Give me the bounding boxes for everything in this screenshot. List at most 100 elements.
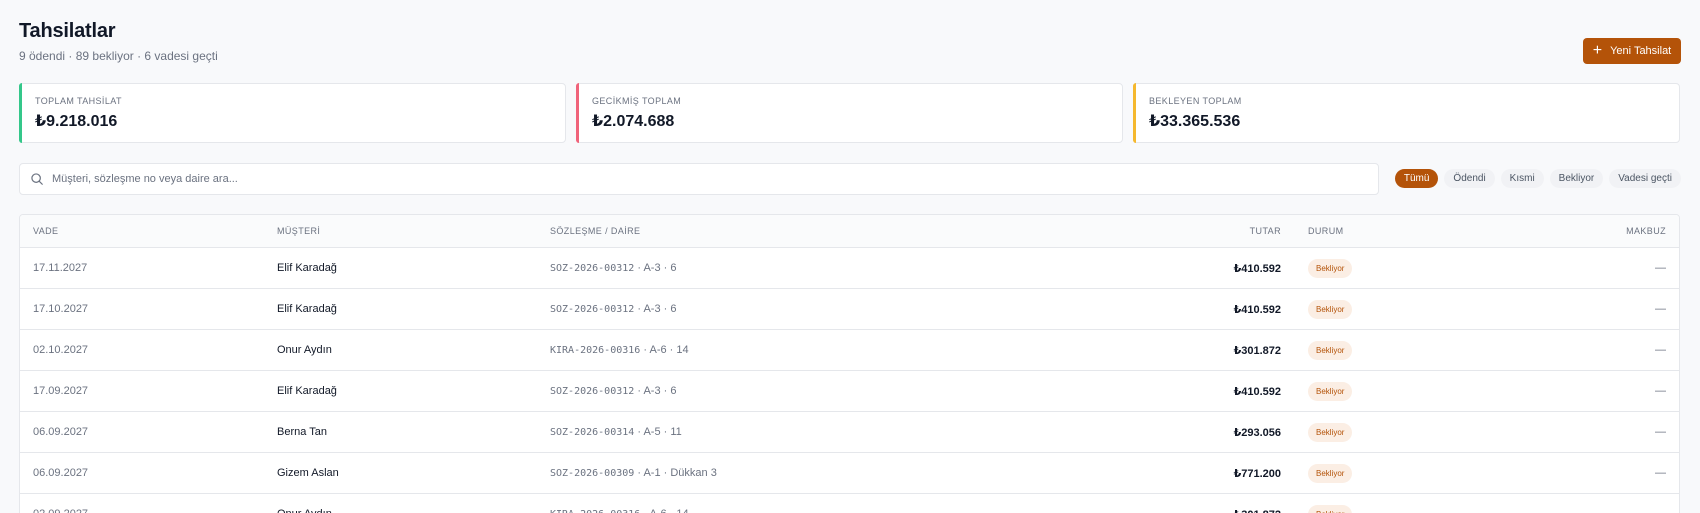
contract-code: SOZ-2026-00309 (550, 468, 635, 479)
status-filter-group: Tümü Ödendi Kısmi Bekliyor Vadesi geçti (1394, 169, 1681, 188)
collections-table: VADE MÜŞTERİ SÖZLEŞME / DAİRE TUTAR DURU… (19, 214, 1680, 513)
stat-accent-bar (1133, 83, 1136, 143)
cell-makbuz: — (1655, 385, 1666, 397)
table-row[interactable]: 17.11.2027 Elif Karadağ SOZ-2026-00312 · A… (20, 248, 1679, 289)
cell-sozlesme: SOZ-2026-00312 · A-3 · 6 (550, 262, 676, 274)
status-badge: Bekliyor (1308, 340, 1353, 360)
stat-value: ₺9.218.016 (35, 113, 118, 130)
contract-code: KIRA-2026-00316 (550, 509, 640, 513)
table-row[interactable]: 02.09.2027 Onur Aydın KIRA-2026-00316 · A-… (20, 494, 1679, 513)
cell-sozlesme: SOZ-2026-00312 · A-3 · 6 (550, 385, 676, 397)
stat-card-pending: BEKLEYEN TOPLAM ₺33.365.536 (1133, 83, 1680, 143)
filter-all[interactable]: Tümü (1394, 169, 1439, 188)
stat-accent-bar (19, 83, 22, 143)
table-row[interactable]: 06.09.2027 Gizem Aslan SOZ-2026-00309 · A-… (20, 453, 1679, 494)
unit-info: · A-5 · 11 (634, 426, 682, 438)
cell-makbuz: — (1655, 426, 1666, 438)
new-collection-label: Yeni Tahsilat (1610, 45, 1672, 57)
filter-pending[interactable]: Bekliyor (1549, 169, 1604, 188)
page-header: Tahsilatlar 9 ödendi · 89 bekliyor · 6 v… (19, 20, 218, 63)
stat-card-overdue: GECİKMİŞ TOPLAM ₺2.074.688 (576, 83, 1123, 143)
stat-card-total: TOPLAM TAHSİLAT ₺9.218.016 (19, 83, 566, 143)
stat-value: ₺33.365.536 (1149, 113, 1241, 130)
header-sozlesme[interactable]: SÖZLEŞME / DAİRE (550, 226, 640, 236)
status-badge: Bekliyor (1308, 463, 1353, 483)
search-input[interactable] (52, 173, 1378, 185)
table-row[interactable]: 06.09.2027 Berna Tan SOZ-2026-00314 · A-5 … (20, 412, 1679, 453)
cell-tutar: ₺771.200 (1233, 467, 1281, 480)
status-badge: Bekliyor (1308, 422, 1353, 442)
unit-info: · A-3 · 6 (634, 262, 677, 274)
cell-makbuz: — (1655, 508, 1666, 513)
search-icon (31, 173, 43, 185)
cell-sozlesme: SOZ-2026-00309 · A-1 · Dükkan 3 (550, 467, 717, 479)
cell-durum: Bekliyor (1308, 504, 1353, 513)
table-row[interactable]: 17.10.2027 Elif Karadağ SOZ-2026-00312 · A… (20, 289, 1679, 330)
status-badge: Bekliyor (1308, 258, 1353, 278)
unit-info: · A-1 · Dükkan 3 (634, 467, 717, 479)
cell-vade: 02.10.2027 (33, 344, 89, 356)
cell-tutar: ₺293.056 (1233, 426, 1281, 439)
header-durum[interactable]: DURUM (1308, 226, 1344, 236)
cell-vade: 02.09.2027 (33, 508, 88, 513)
cell-durum: Bekliyor (1308, 258, 1353, 278)
cell-durum: Bekliyor (1308, 381, 1353, 401)
cell-musteri: Onur Aydın (277, 508, 332, 513)
cell-musteri: Elif Karadağ (277, 303, 337, 315)
stat-value: ₺2.074.688 (592, 113, 675, 130)
cell-tutar: ₺301.872 (1233, 344, 1281, 357)
stat-accent-bar (576, 83, 579, 143)
header-tutar[interactable]: TUTAR (1250, 226, 1281, 236)
new-collection-button[interactable]: + Yeni Tahsilat (1583, 38, 1681, 64)
stat-label: TOPLAM TAHSİLAT (35, 96, 122, 106)
unit-info: · A-3 · 6 (634, 303, 677, 315)
cell-durum: Bekliyor (1308, 299, 1353, 319)
header-makbuz: MAKBUZ (1626, 226, 1666, 236)
stat-label: GECİKMİŞ TOPLAM (592, 96, 682, 106)
header-musteri[interactable]: MÜŞTERİ (277, 226, 320, 236)
filter-paid[interactable]: Ödendi (1444, 169, 1495, 188)
table-row[interactable]: 17.09.2027 Elif Karadağ SOZ-2026-00312 · A… (20, 371, 1679, 412)
cell-sozlesme: KIRA-2026-00316 · A-6 · 14 (550, 508, 689, 513)
cell-tutar: ₺410.592 (1233, 262, 1281, 275)
contract-code: SOZ-2026-00312 (550, 263, 635, 274)
cell-sozlesme: KIRA-2026-00316 · A-6 · 14 (550, 344, 689, 356)
cell-durum: Bekliyor (1308, 422, 1353, 442)
status-badge: Bekliyor (1308, 299, 1353, 319)
search-box[interactable] (19, 163, 1379, 195)
filter-partial[interactable]: Kısmi (1500, 169, 1544, 188)
cell-sozlesme: SOZ-2026-00312 · A-3 · 6 (550, 303, 676, 315)
cell-sozlesme: SOZ-2026-00314 · A-5 · 11 (550, 426, 682, 438)
unit-info: · A-6 · 14 (640, 344, 689, 356)
header-vade[interactable]: VADE (33, 226, 58, 236)
contract-code: SOZ-2026-00314 (550, 427, 635, 438)
cell-tutar: ₺301.872 (1234, 508, 1281, 513)
page-subtitle: 9 ödendi · 89 bekliyor · 6 vadesi geçti (19, 49, 218, 63)
filter-overdue[interactable]: Vadesi geçti (1609, 169, 1681, 188)
stat-label: BEKLEYEN TOPLAM (1149, 96, 1242, 106)
unit-info: · A-3 · 6 (634, 385, 677, 397)
cell-vade: 17.10.2027 (33, 303, 89, 315)
table-header: VADE MÜŞTERİ SÖZLEŞME / DAİRE TUTAR DURU… (20, 215, 1679, 248)
page-title: Tahsilatlar (19, 20, 116, 42)
cell-makbuz: — (1655, 303, 1666, 315)
cell-makbuz: — (1655, 467, 1666, 479)
contract-code: SOZ-2026-00312 (550, 304, 635, 315)
cell-musteri: Berna Tan (277, 426, 327, 438)
contract-code: SOZ-2026-00312 (550, 386, 635, 397)
cell-tutar: ₺410.592 (1233, 303, 1281, 316)
table-body: 17.11.2027 Elif Karadağ SOZ-2026-00312 · A… (20, 248, 1679, 513)
cell-durum: Bekliyor (1308, 463, 1353, 483)
cell-tutar: ₺410.592 (1233, 385, 1281, 398)
plus-icon: + (1592, 42, 1603, 59)
cell-musteri: Elif Karadağ (277, 262, 337, 274)
cell-durum: Bekliyor (1308, 340, 1353, 360)
cell-vade: 06.09.2027 (33, 426, 89, 438)
status-badge: Bekliyor (1308, 381, 1353, 401)
contract-code: KIRA-2026-00316 (550, 345, 641, 356)
cell-musteri: Elif Karadağ (277, 385, 337, 397)
status-badge: Bekliyor (1308, 504, 1353, 513)
cell-makbuz: — (1655, 262, 1666, 274)
cell-vade: 17.11.2027 (33, 262, 88, 274)
table-row[interactable]: 02.10.2027 Onur Aydın KIRA-2026-00316 · A-… (20, 330, 1679, 371)
